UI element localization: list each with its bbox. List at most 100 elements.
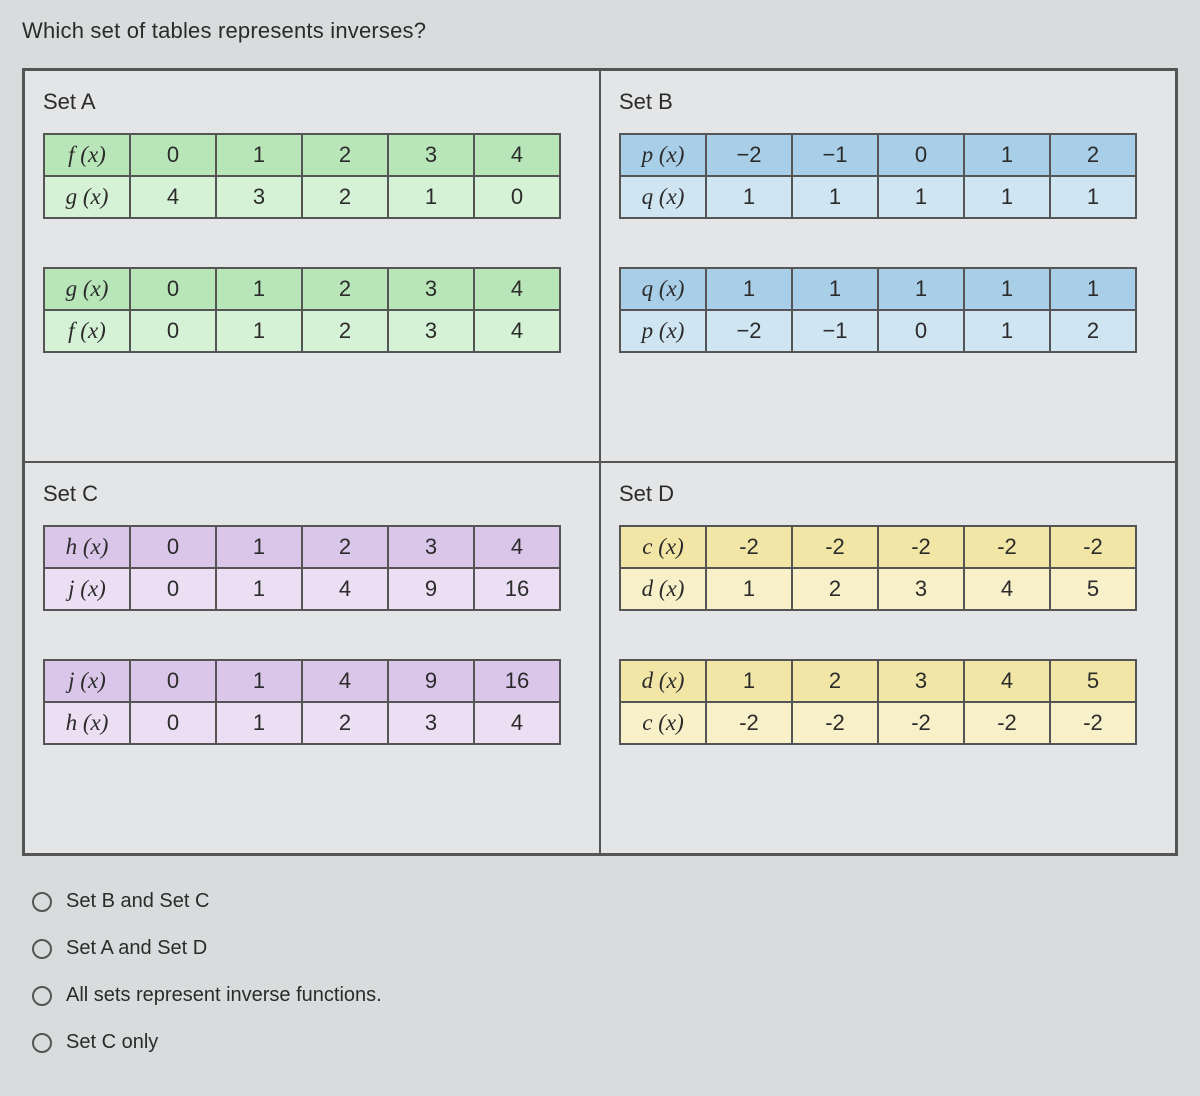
cell: 4 [302,660,388,702]
cell: -2 [792,702,878,744]
cell: 3 [388,268,474,310]
cell: 4 [302,568,388,610]
fn-label: g (x) [44,268,130,310]
cell: 9 [388,568,474,610]
cell: 1 [1050,176,1136,218]
set-B-cell: Set B p (x)−2−1012 q (x)11111 q (x)11111… [600,70,1176,462]
cell: 1 [706,268,792,310]
option-1[interactable]: Set B and Set C [32,890,1178,913]
set-C-table-1: h (x)01234 j (x)014916 [43,525,561,611]
cell: 16 [474,568,560,610]
fn-label: j (x) [44,568,130,610]
cell: 4 [474,526,560,568]
cell: 1 [792,268,878,310]
fn-label: p (x) [620,310,706,352]
cell: 9 [388,660,474,702]
set-D-cell: Set D c (x)-2-2-2-2-2 d (x)12345 d (x)12… [600,462,1176,854]
cell: 3 [388,310,474,352]
cell: 1 [706,660,792,702]
cell: 2 [1050,134,1136,176]
fn-label: d (x) [620,568,706,610]
cell: 2 [792,660,878,702]
cell: 0 [130,660,216,702]
cell: 4 [474,702,560,744]
answer-options: Set B and Set C Set A and Set D All sets… [22,890,1178,1054]
cell: 2 [302,134,388,176]
fn-label: f (x) [44,134,130,176]
cell: -2 [964,702,1050,744]
cell: -2 [1050,526,1136,568]
cell: 16 [474,660,560,702]
option-4[interactable]: Set C only [32,1031,1178,1054]
fn-label: q (x) [620,268,706,310]
set-D-label: Set D [619,481,1157,507]
cell: 1 [964,134,1050,176]
cell: 2 [302,702,388,744]
cell: 1 [1050,268,1136,310]
cell: 1 [964,176,1050,218]
option-label: All sets represent inverse functions. [66,984,382,1007]
set-C-label: Set C [43,481,581,507]
cell: 1 [216,134,302,176]
option-label: Set C only [66,1031,158,1054]
radio-icon [32,939,52,959]
cell: 3 [388,526,474,568]
set-D-table-2: d (x)12345 c (x)-2-2-2-2-2 [619,659,1137,745]
radio-icon [32,1033,52,1053]
cell: -2 [878,526,964,568]
cell: 1 [216,702,302,744]
cell: 0 [130,310,216,352]
fn-label: h (x) [44,702,130,744]
cell: 5 [1050,660,1136,702]
set-D-table-1: c (x)-2-2-2-2-2 d (x)12345 [619,525,1137,611]
cell: 1 [792,176,878,218]
cell: 4 [130,176,216,218]
cell: 3 [216,176,302,218]
cell: -2 [964,526,1050,568]
set-A-table-2: g (x)01234 f (x)01234 [43,267,561,353]
cell: 3 [388,702,474,744]
option-3[interactable]: All sets represent inverse functions. [32,984,1178,1007]
cell: 1 [216,310,302,352]
cell: 3 [878,568,964,610]
fn-label: g (x) [44,176,130,218]
cell: 1 [878,176,964,218]
cell: 0 [474,176,560,218]
cell: 1 [216,526,302,568]
option-label: Set A and Set D [66,937,207,960]
fn-label: d (x) [620,660,706,702]
set-B-table-1: p (x)−2−1012 q (x)11111 [619,133,1137,219]
cell: -2 [706,702,792,744]
cell: 0 [130,702,216,744]
set-B-table-2: q (x)11111 p (x)−2−1012 [619,267,1137,353]
cell: 2 [1050,310,1136,352]
cell: 2 [302,176,388,218]
cell: -2 [792,526,878,568]
cell: 4 [964,660,1050,702]
cell: -2 [1050,702,1136,744]
set-A-label: Set A [43,89,581,115]
cell: 2 [792,568,878,610]
cell: −1 [792,310,878,352]
cell: -2 [706,526,792,568]
cell: −1 [792,134,878,176]
cell: 1 [964,310,1050,352]
option-2[interactable]: Set A and Set D [32,937,1178,960]
cell: -2 [878,702,964,744]
set-C-table-2: j (x)014916 h (x)01234 [43,659,561,745]
fn-label: f (x) [44,310,130,352]
cell: 1 [216,268,302,310]
fn-label: h (x) [44,526,130,568]
cell: 0 [130,568,216,610]
cell: 2 [302,526,388,568]
cell: 1 [706,568,792,610]
cell: 3 [388,134,474,176]
cell: 1 [388,176,474,218]
cell: 0 [130,134,216,176]
cell: −2 [706,310,792,352]
cell: 4 [474,310,560,352]
radio-icon [32,892,52,912]
cell: 2 [302,268,388,310]
cell: 0 [130,526,216,568]
fn-label: j (x) [44,660,130,702]
